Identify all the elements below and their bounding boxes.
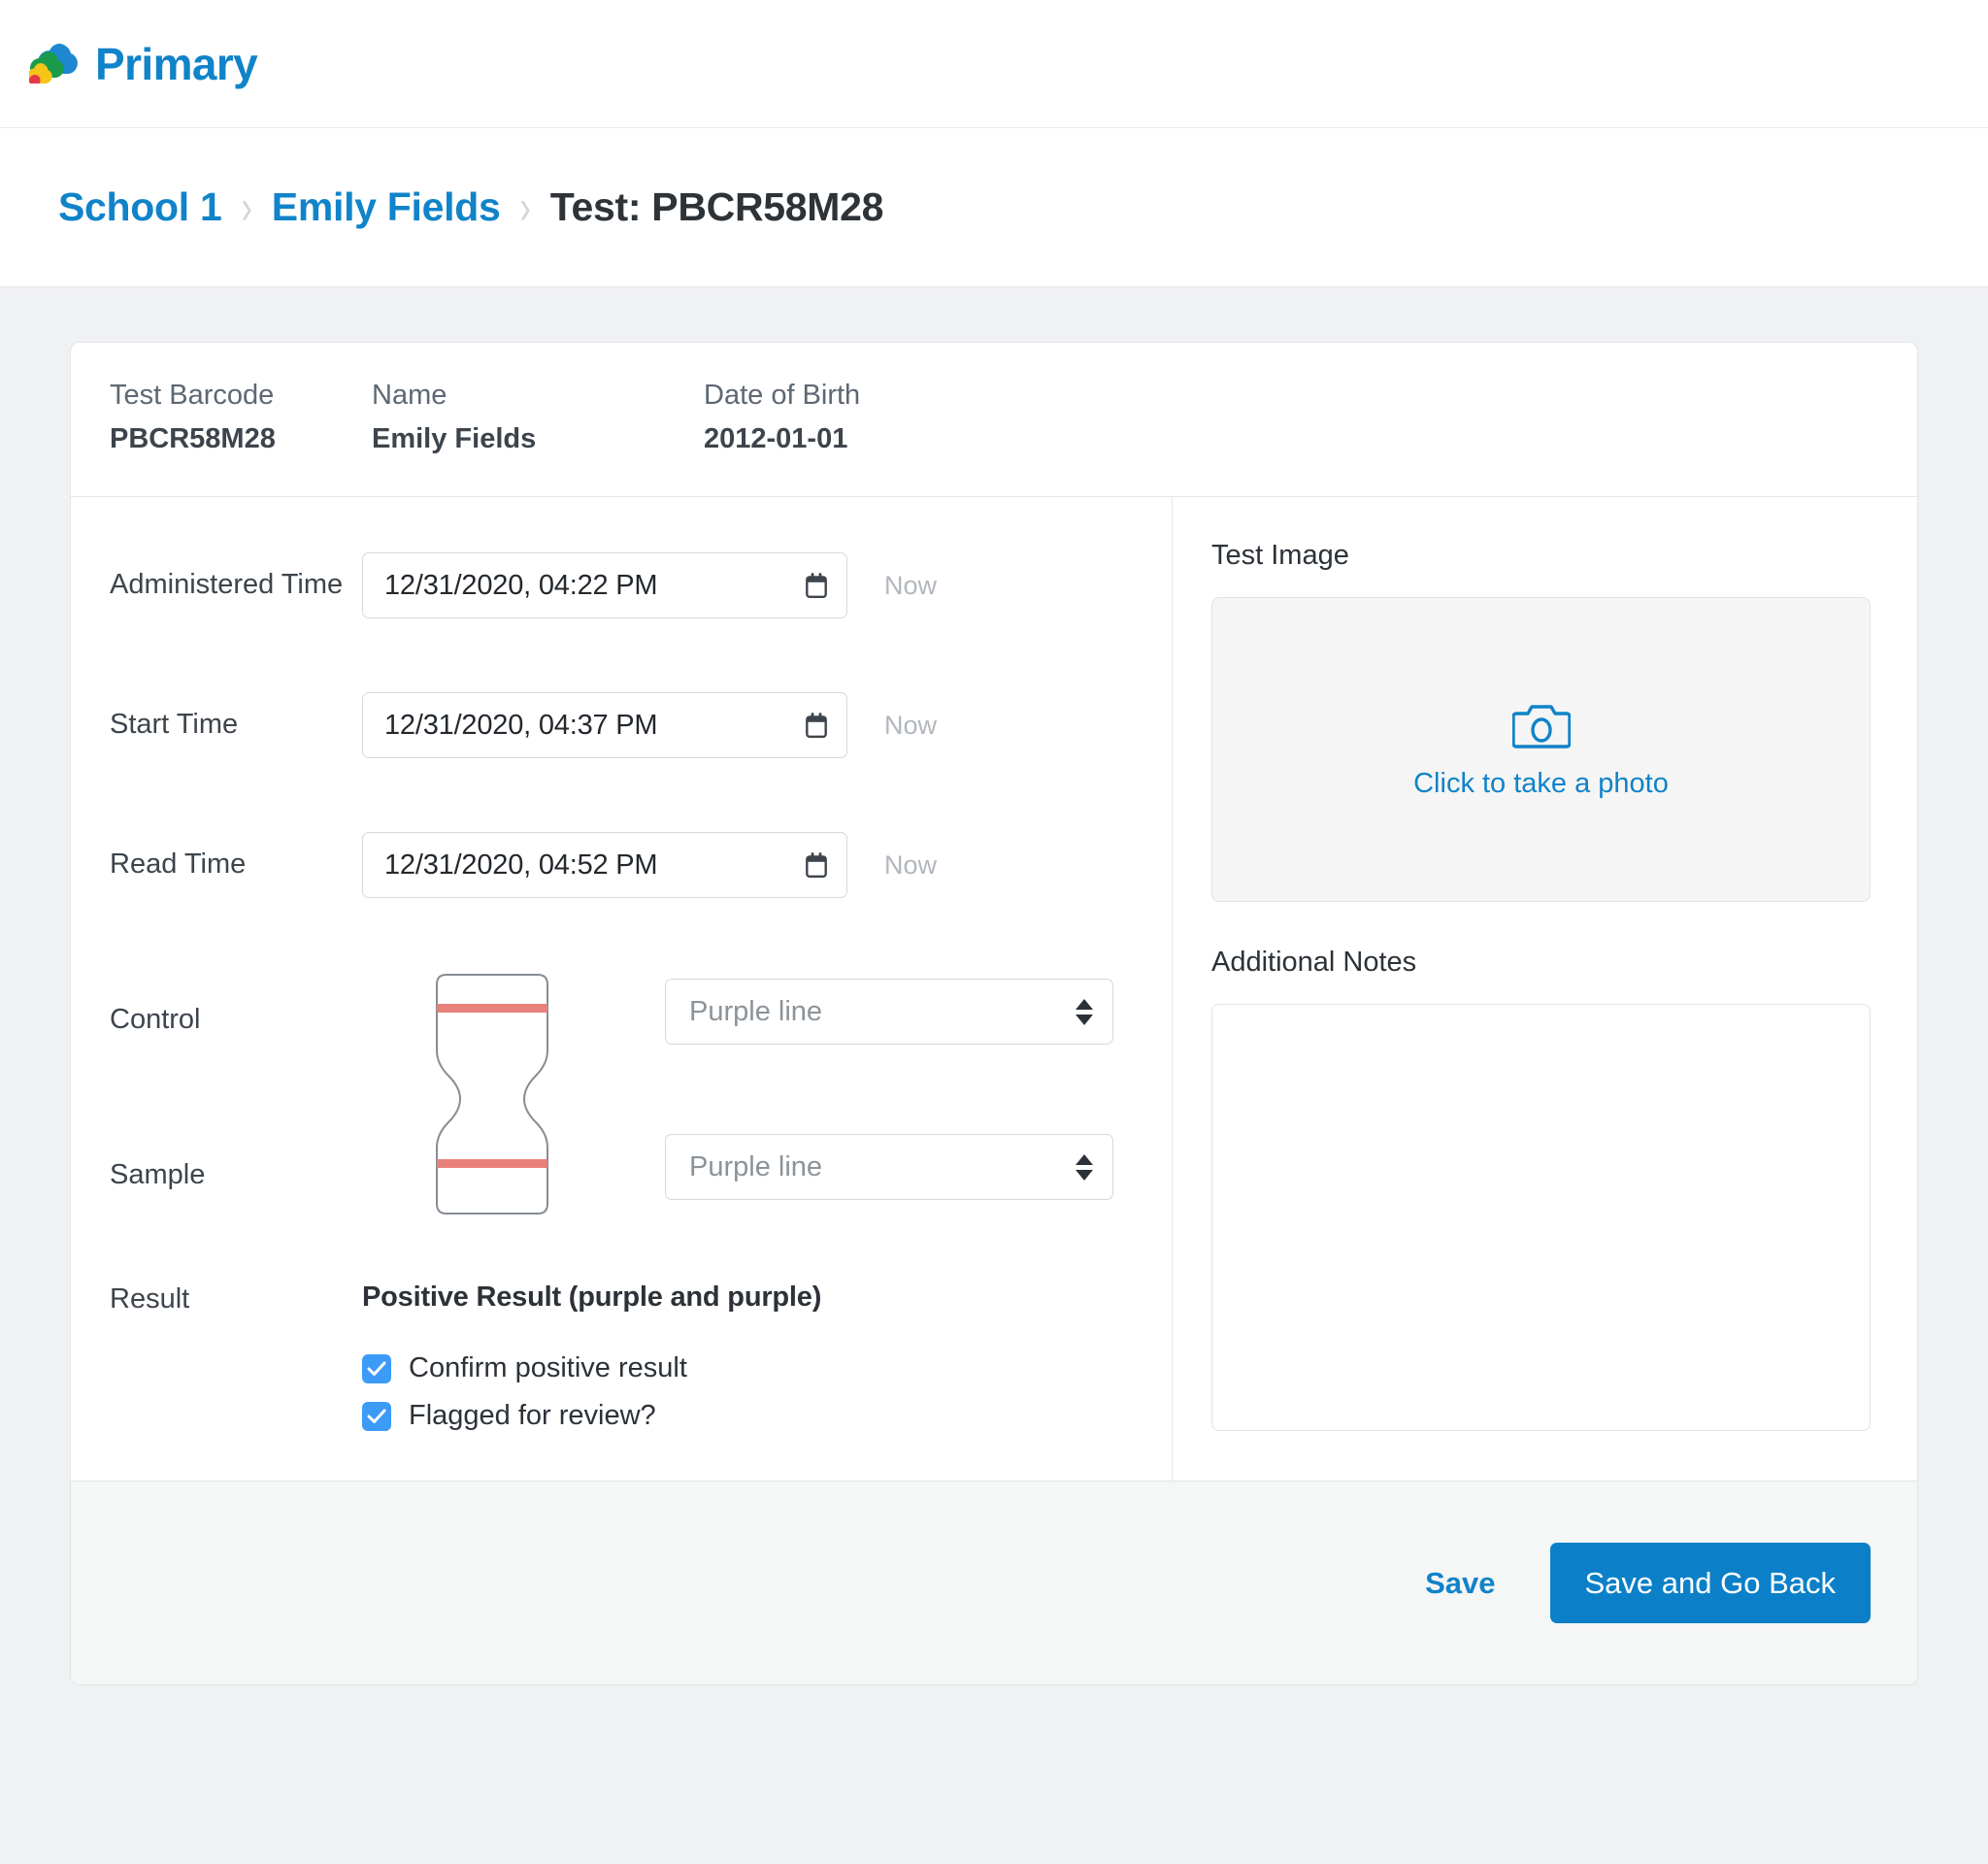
spinner-arrows-icon[interactable] (1076, 1153, 1093, 1181)
summary-value: PBCR58M28 (110, 423, 276, 454)
administered-time-value: 12/31/2020, 04:22 PM (384, 569, 658, 601)
read-time-value: 12/31/2020, 04:52 PM (384, 849, 658, 881)
primary-cloud-logo-icon (29, 38, 83, 90)
patient-summary: Test Barcode PBCR58M28 Name Emily Fields… (71, 343, 1917, 497)
administered-time-input[interactable]: 12/31/2020, 04:22 PM (362, 552, 847, 618)
field-label: Administered Time (110, 569, 344, 601)
calendar-icon[interactable] (804, 851, 829, 879)
calendar-icon[interactable] (804, 712, 829, 739)
checkbox-checked-icon (362, 1401, 391, 1431)
test-strip-section: Control Sample Purple line Purple line (110, 967, 1172, 1221)
field-read-time: Read Time 12/31/2020, 04:52 PM Now (110, 819, 1172, 911)
field-start-time: Start Time 12/31/2020, 04:37 PM Now (110, 680, 1172, 771)
result-title: Positive Result (purple and purple) (362, 1282, 822, 1313)
confirm-positive-result-checkbox[interactable]: Confirm positive result (362, 1352, 1172, 1384)
sample-label: Sample (110, 1159, 206, 1190)
sample-result-value: Purple line (689, 1150, 823, 1182)
app-header: Primary (0, 0, 1988, 128)
field-label: Start Time (110, 709, 239, 741)
test-image-title: Test Image (1211, 540, 1349, 571)
additional-notes-title: Additional Notes (1211, 947, 1417, 978)
save-link[interactable]: Save (1425, 1566, 1495, 1601)
breadcrumb: School 1 › Emily Fields › Test: PBCR58M2… (58, 180, 884, 235)
read-time-input[interactable]: 12/31/2020, 04:52 PM (362, 832, 847, 898)
take-photo-label: Click to take a photo (1413, 767, 1669, 799)
checkbox-checked-icon (362, 1353, 391, 1383)
control-line (437, 1004, 547, 1013)
breadcrumb-bar: School 1 › Emily Fields › Test: PBCR58M2… (0, 128, 1988, 287)
sample-result-select[interactable]: Purple line (665, 1134, 1113, 1200)
take-photo-dropzone[interactable]: Click to take a photo (1211, 597, 1871, 902)
camera-icon (1511, 700, 1571, 768)
start-time-now-link[interactable]: Now (884, 711, 937, 741)
additional-notes-input[interactable] (1211, 1004, 1871, 1431)
field-label: Read Time (110, 849, 247, 881)
brand-logo[interactable]: Primary (29, 38, 258, 90)
control-result-value: Purple line (689, 995, 823, 1027)
summary-field-barcode: Test Barcode PBCR58M28 (110, 380, 372, 455)
control-result-select[interactable]: Purple line (665, 979, 1113, 1045)
summary-label: Date of Birth (704, 380, 861, 411)
field-administered-time: Administered Time 12/31/2020, 04:22 PM N… (110, 540, 1172, 631)
calendar-icon[interactable] (804, 572, 829, 599)
read-time-now-link[interactable]: Now (884, 850, 937, 881)
spinner-arrows-icon[interactable] (1076, 998, 1093, 1025)
test-detail-card: Test Barcode PBCR58M28 Name Emily Fields… (70, 342, 1918, 1685)
breadcrumb-item-current: Test: PBCR58M28 (549, 184, 884, 229)
result-label: Result (110, 1283, 190, 1315)
save-and-go-back-button[interactable]: Save and Go Back (1549, 1543, 1871, 1623)
checkbox-label: Confirm positive result (409, 1352, 687, 1383)
summary-field-name: Name Emily Fields (372, 380, 704, 455)
test-form-column: Administered Time 12/31/2020, 04:22 PM N… (71, 497, 1173, 1481)
chevron-right-icon: › (519, 180, 531, 235)
administered-time-now-link[interactable]: Now (884, 571, 937, 601)
brand-name: Primary (95, 38, 258, 89)
test-cassette-illustration (362, 967, 622, 1221)
card-footer: Save Save and Go Back (71, 1481, 1917, 1684)
strip-labels: Control Sample (110, 967, 362, 1221)
summary-value: Emily Fields (372, 423, 537, 454)
flagged-for-review-checkbox[interactable]: Flagged for review? (362, 1400, 1172, 1432)
summary-value: 2012-01-01 (704, 423, 848, 454)
breadcrumb-item-school[interactable]: School 1 (58, 184, 222, 230)
media-column: Test Image Click to take a photo Additio… (1173, 497, 1917, 1481)
summary-label: Name (372, 380, 447, 411)
result-section: Result Positive Result (purple and purpl… (110, 1282, 1172, 1432)
control-label: Control (110, 1004, 201, 1035)
strip-selects: Purple line Purple line (622, 967, 1172, 1221)
result-content: Positive Result (purple and purple) Conf… (362, 1282, 1172, 1432)
card-body: Administered Time 12/31/2020, 04:22 PM N… (71, 497, 1917, 1481)
checkbox-label: Flagged for review? (409, 1400, 656, 1431)
summary-label: Test Barcode (110, 380, 275, 411)
summary-field-dob: Date of Birth 2012-01-01 (704, 380, 860, 455)
start-time-input[interactable]: 12/31/2020, 04:37 PM (362, 692, 847, 758)
chevron-right-icon: › (241, 180, 252, 235)
sample-line (437, 1159, 547, 1168)
page-body: Test Barcode PBCR58M28 Name Emily Fields… (0, 287, 1988, 1685)
breadcrumb-item-patient[interactable]: Emily Fields (272, 184, 501, 230)
start-time-value: 12/31/2020, 04:37 PM (384, 709, 658, 741)
